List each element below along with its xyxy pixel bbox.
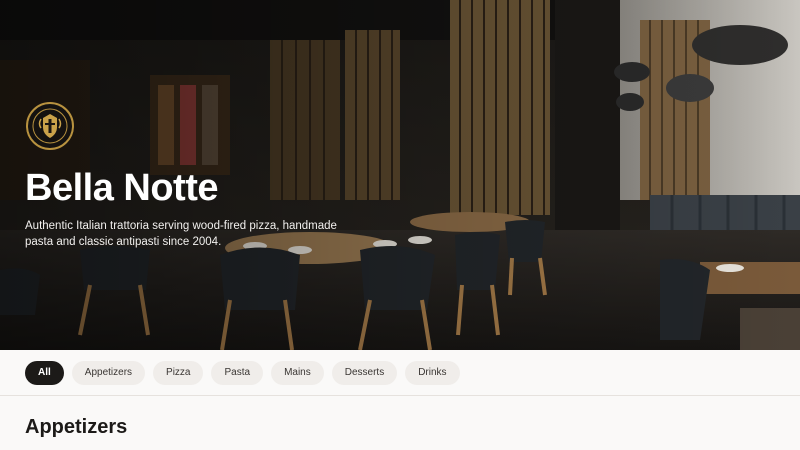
section-heading: Appetizers	[25, 416, 128, 438]
filter-chip-appetizers[interactable]: Appetizers	[71, 360, 146, 385]
restaurant-description: Authentic Italian trattoria serving wood…	[25, 220, 337, 248]
restaurant-crest-icon	[26, 102, 74, 150]
filter-chip-pasta[interactable]: Pasta	[211, 360, 264, 385]
filter-chip-pizza[interactable]: Pizza	[153, 360, 204, 385]
filter-chip-mains[interactable]: Mains	[271, 360, 324, 385]
filter-chip-desserts[interactable]: Desserts	[331, 360, 398, 385]
hero-banner: Bella Notte Authentic Italian trattoria …	[0, 0, 800, 350]
filter-chip-all[interactable]: All	[25, 360, 64, 385]
category-filter-bar: All Appetizers Pizza Pasta Mains Dessert…	[0, 350, 800, 396]
filter-chip-drinks[interactable]: Drinks	[405, 360, 460, 385]
restaurant-name: Bella Notte	[25, 167, 218, 209]
